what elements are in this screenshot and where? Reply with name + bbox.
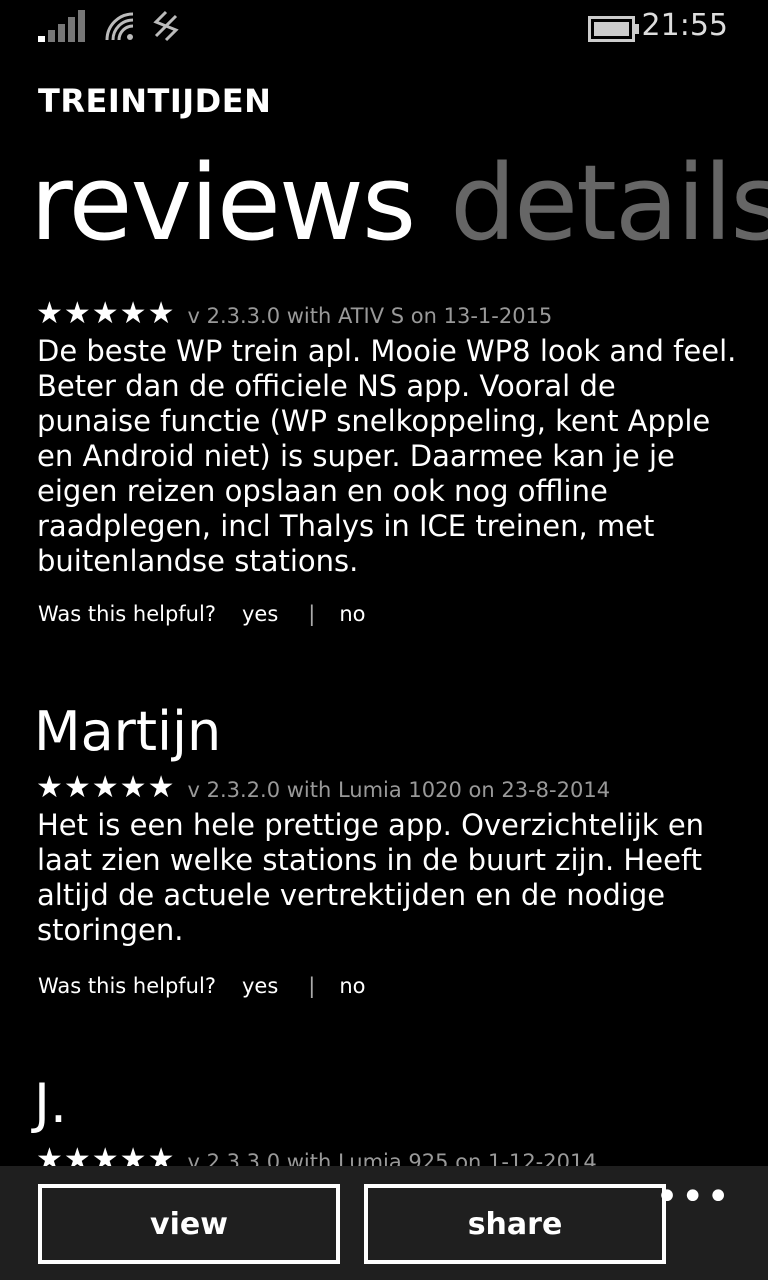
reviewer-name: J. — [34, 1072, 68, 1135]
app-title: TREINTIJDEN — [38, 82, 272, 120]
helpful-separator: | — [308, 602, 316, 626]
status-bar: 21:55 — [0, 0, 768, 56]
review-meta: v 2.3.2.0 with Lumia 1020 on 23-8-2014 — [187, 778, 611, 802]
review-list[interactable]: ★★★★★ v 2.3.3.0 with ATIV S on 13-1-2015 … — [0, 296, 768, 1166]
review-rating-row: ★★★★★ v 2.3.2.0 with Lumia 1020 on 23-8-2… — [36, 770, 610, 805]
share-button[interactable]: share — [364, 1184, 666, 1264]
helpful-yes-link[interactable]: yes — [242, 974, 278, 998]
view-button[interactable]: view — [38, 1184, 340, 1264]
helpful-row: Was this helpful? yes | no — [38, 602, 366, 626]
review-text: Het is een hele prettige app. Overzichte… — [37, 808, 705, 947]
review-rating-row: ★★★★★ v 2.3.3.0 with Lumia 925 on 1-12-20… — [36, 1142, 597, 1166]
star-rating: ★★★★★ — [36, 1142, 176, 1166]
signal-icon — [38, 10, 88, 46]
helpful-separator: | — [308, 974, 316, 998]
wifi-icon — [103, 10, 137, 46]
app-bar: view share ••• — [0, 1166, 768, 1280]
reviewer-name: Martijn — [34, 700, 222, 763]
review-text: De beste WP trein apl. Mooie WP8 look an… — [37, 334, 737, 578]
review-meta: v 2.3.3.0 with ATIV S on 13-1-2015 — [187, 304, 553, 328]
helpful-yes-link[interactable]: yes — [242, 602, 278, 626]
pivot-header: reviews details — [30, 138, 768, 268]
helpful-no-link[interactable]: no — [339, 974, 365, 998]
helpful-no-link[interactable]: no — [339, 602, 365, 626]
helpful-prompt: Was this helpful? — [38, 602, 216, 626]
helpful-prompt: Was this helpful? — [38, 974, 216, 998]
more-options-icon[interactable]: ••• — [655, 1174, 732, 1220]
helpful-row: Was this helpful? yes | no — [38, 974, 366, 998]
data-icon — [152, 10, 180, 46]
star-rating: ★★★★★ — [36, 296, 176, 331]
tab-reviews[interactable]: reviews — [30, 142, 416, 264]
star-rating: ★★★★★ — [36, 770, 176, 805]
battery-icon — [588, 16, 640, 46]
review-rating-row: ★★★★★ v 2.3.3.0 with ATIV S on 13-1-2015 — [36, 296, 552, 331]
clock: 21:55 — [641, 8, 728, 43]
tab-details[interactable]: details — [450, 142, 768, 264]
review-meta: v 2.3.3.0 with Lumia 925 on 1-12-2014 — [187, 1150, 597, 1166]
